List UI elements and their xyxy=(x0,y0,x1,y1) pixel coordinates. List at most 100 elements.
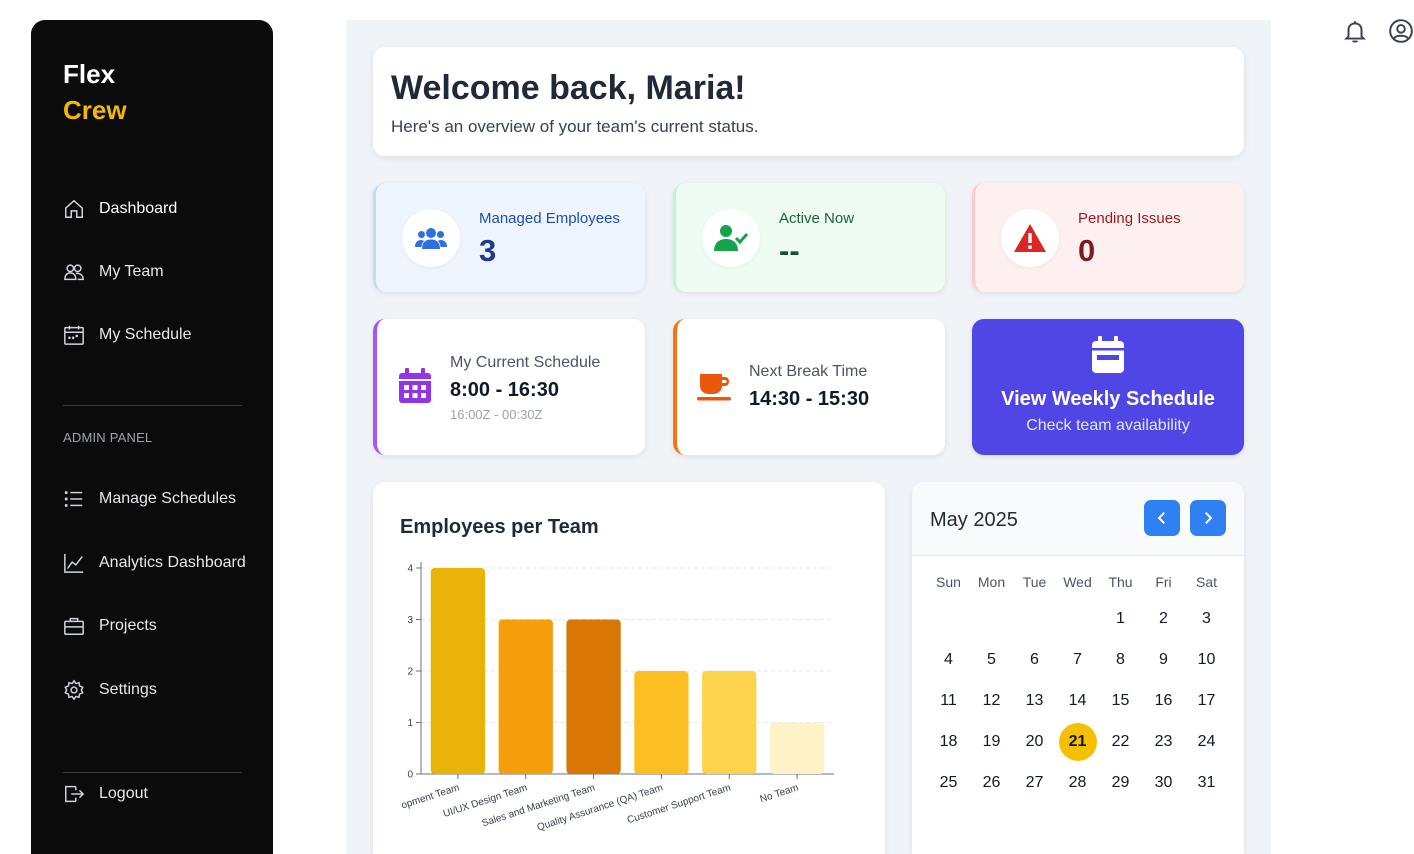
calendar-day[interactable]: 26 xyxy=(970,762,1013,803)
sidebar: Flex Crew Dashboard My Team My Schedule … xyxy=(31,20,273,854)
stat-value: 0 xyxy=(1078,233,1096,268)
list-icon xyxy=(64,491,83,507)
nav-item-my-team[interactable]: My Team xyxy=(63,258,164,286)
chart-line-icon xyxy=(64,553,84,573)
chart-x-tick-label: Quality Assurance (QA) Team xyxy=(536,782,665,833)
stat-icon-wrap xyxy=(1001,209,1059,267)
welcome-card: Welcome back, Maria! Here's an overview … xyxy=(373,47,1244,156)
calendar-day[interactable]: 25 xyxy=(927,762,970,803)
nav-item-my-schedule[interactable]: My Schedule xyxy=(63,321,192,349)
calendar-day[interactable]: 12 xyxy=(970,680,1013,721)
calendar-icon xyxy=(399,368,431,403)
calendar-day[interactable]: 23 xyxy=(1142,721,1185,762)
calendar-card: May 2025 Sun Mon Tue Wed Thu Fri Sat 1 2 3 4 5 6 7 8 9 1… xyxy=(912,482,1244,854)
stat-icon-wrap xyxy=(702,209,760,267)
calendar-day[interactable]: 18 xyxy=(927,721,970,762)
users-icon xyxy=(64,264,84,281)
schedule-label: My Current Schedule xyxy=(450,354,601,371)
calendar-day[interactable]: 15 xyxy=(1099,680,1142,721)
stat-card-pending-issues[interactable]: Pending Issues 0 xyxy=(972,183,1244,292)
chart-y-tick-label: 3 xyxy=(407,615,413,626)
employees-chart-card: Employees per Team 0 1 2 3 4 opment Team UI/UX… xyxy=(373,482,885,854)
break-time: 14:30 - 15:30 xyxy=(749,388,870,410)
nav-item-dashboard[interactable]: Dashboard xyxy=(63,195,177,223)
calendar-day[interactable]: 11 xyxy=(927,680,970,721)
calendar-day[interactable]: 2 xyxy=(1142,598,1185,639)
calendar-day[interactable]: 14 xyxy=(1056,680,1099,721)
calendar-day[interactable]: 10 xyxy=(1185,639,1228,680)
nav-item-manage-schedules[interactable]: Manage Schedules xyxy=(63,485,236,513)
stat-label: Active Now xyxy=(779,210,855,227)
calendar-day[interactable]: 16 xyxy=(1142,680,1185,721)
chart-bar xyxy=(634,671,689,774)
calendar-day[interactable]: 6 xyxy=(1013,639,1056,680)
calendar-icon xyxy=(64,325,84,345)
calendar-day[interactable]: 29 xyxy=(1099,762,1142,803)
welcome-subtitle: Here's an overview of your team's curren… xyxy=(391,117,759,136)
user-profile-icon[interactable] xyxy=(1388,18,1414,44)
nav-item-settings[interactable]: Settings xyxy=(63,676,157,704)
chevron-left-icon xyxy=(1157,512,1165,524)
nav-label: My Schedule xyxy=(99,326,192,343)
bell-icon[interactable] xyxy=(1342,18,1368,44)
calendar-day[interactable]: 27 xyxy=(1013,762,1056,803)
nav-item-projects[interactable]: Projects xyxy=(63,612,157,640)
calendar-day[interactable]: 5 xyxy=(970,639,1013,680)
calendar-day[interactable]: 30 xyxy=(1142,762,1185,803)
calendar-grid: Sun Mon Tue Wed Thu Fri Sat 1 2 3 4 5 6 7 8 9 10 11 12 13 14… xyxy=(927,574,1228,803)
calendar-day[interactable]: 4 xyxy=(927,639,970,680)
calendar-next-button[interactable] xyxy=(1190,500,1226,536)
calendar-day[interactable]: 31 xyxy=(1185,762,1228,803)
chart-y-tick-label: 4 xyxy=(407,564,413,575)
chart-bar xyxy=(498,619,553,774)
calendar-day[interactable]: 8 xyxy=(1099,639,1142,680)
admin-panel-label: ADMIN PANEL xyxy=(63,430,153,445)
calendar-day[interactable]: 19 xyxy=(970,721,1013,762)
chart-bar xyxy=(566,619,621,774)
calendar-prev-button[interactable] xyxy=(1144,500,1180,536)
chart-y-tick-label: 0 xyxy=(407,770,413,781)
stat-card-managed-employees[interactable]: Managed Employees 3 xyxy=(373,183,645,292)
nav-divider-bottom xyxy=(63,772,242,773)
calendar-icon xyxy=(1092,336,1124,373)
chart-y-tick-label: 1 xyxy=(407,718,413,729)
calendar-day[interactable]: 1 xyxy=(1099,598,1142,639)
calendar-weekday-label: Sat xyxy=(1195,574,1217,590)
calendar-day[interactable]: 20 xyxy=(1013,721,1056,762)
calendar-weekday-label: Tue xyxy=(1022,574,1047,590)
chart-bar xyxy=(702,671,757,774)
view-weekly-schedule-button[interactable]: View Weekly Schedule Check team availabi… xyxy=(972,319,1244,455)
calendar-day[interactable]: 24 xyxy=(1185,721,1228,762)
calendar-day[interactable]: 9 xyxy=(1142,639,1185,680)
nav-item-analytics[interactable]: Analytics Dashboard xyxy=(63,549,246,577)
brand-line-2: Crew xyxy=(63,95,127,125)
stat-card-active-now[interactable]: Active Now -- xyxy=(673,183,945,292)
nav-label: Analytics Dashboard xyxy=(99,554,246,571)
stat-value: -- xyxy=(779,233,800,268)
calendar-day[interactable]: 28 xyxy=(1056,762,1099,803)
stat-label: Managed Employees xyxy=(479,210,620,227)
stat-value: 3 xyxy=(479,233,497,268)
calendar-day[interactable]: 7 xyxy=(1056,639,1099,680)
calendar-day[interactable]: 22 xyxy=(1099,721,1142,762)
brand-logo: Flex Crew xyxy=(63,56,127,128)
welcome-title: Welcome back, Maria! xyxy=(391,69,746,107)
schedule-time: 8:00 - 16:30 xyxy=(450,379,559,401)
calendar-day[interactable]: 3 xyxy=(1185,598,1228,639)
chart-x-tick-label: No Team xyxy=(759,782,800,805)
calendar-day-today[interactable]: 21 xyxy=(1056,721,1099,762)
calendar-day[interactable]: 13 xyxy=(1013,680,1056,721)
chart-bar xyxy=(430,568,486,774)
user-check-icon xyxy=(714,225,748,251)
nav-item-logout[interactable]: Logout xyxy=(63,780,148,808)
weekly-subtitle: Check team availability xyxy=(1026,417,1190,434)
nav-label: Settings xyxy=(99,681,157,698)
home-icon xyxy=(65,199,83,218)
bar-chart: 01234opment TeamUI/UX Design TeamSales a… xyxy=(400,562,834,834)
stat-label: Pending Issues xyxy=(1078,210,1181,227)
brand-line-1: Flex xyxy=(63,59,116,89)
calendar-day[interactable]: 17 xyxy=(1185,680,1228,721)
nav-label: My Team xyxy=(99,263,164,280)
header-actions xyxy=(1342,18,1414,44)
chevron-right-icon xyxy=(1205,512,1213,524)
